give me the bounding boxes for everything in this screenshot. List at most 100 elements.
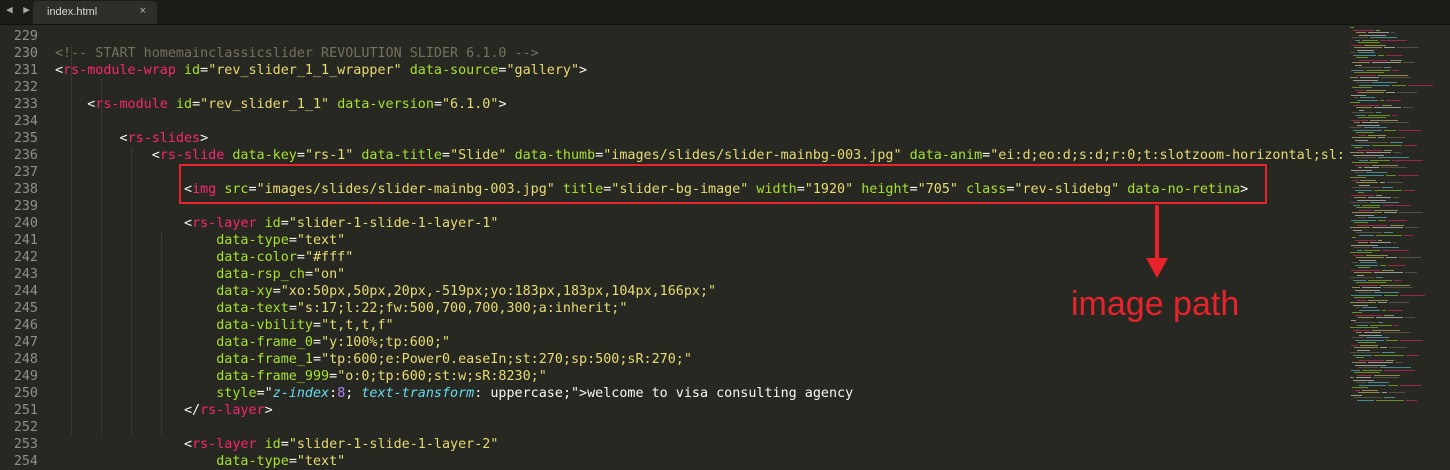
code-line[interactable]: 241 data-type="text" <box>0 232 1345 249</box>
code-text: <rs-layer id="slider-1-slide-1-layer-2" <box>55 436 498 453</box>
minimap-mark <box>1355 364 1386 366</box>
minimap-mark <box>1372 247 1399 248</box>
minimap-mark <box>1408 84 1433 86</box>
minimap-mark <box>1364 167 1379 168</box>
code-token: rs-slides <box>127 131 201 146</box>
minimap-mark <box>1355 239 1376 241</box>
code-token: < <box>55 182 193 197</box>
code-line[interactable]: 235 <rs-slides> <box>0 130 1345 147</box>
code-line[interactable]: 233 <rs-module id="rev_slider_1_1" data-… <box>0 96 1345 113</box>
code-token: data-color <box>216 250 297 265</box>
minimap-mark <box>1355 39 1360 41</box>
code-text: <rs-module-wrap id="rev_slider_1_1_wrapp… <box>55 62 587 79</box>
code-line[interactable]: 247 data-frame_0="y:100%;tp:600;" <box>0 334 1345 351</box>
code-line[interactable]: 234 <box>0 113 1345 130</box>
code-text: data-vbility="t,t,t,f" <box>55 317 393 334</box>
tab-nav-arrows-icon[interactable]: ◀ ▶ <box>6 3 32 16</box>
minimap-mark <box>1378 302 1387 303</box>
line-number: 234 <box>13 114 38 129</box>
code-token: = <box>296 250 305 265</box>
close-icon[interactable]: × <box>140 5 146 17</box>
minimap-mark <box>1359 84 1390 86</box>
minimap-mark <box>1357 249 1362 251</box>
minimap-mark <box>1392 159 1423 161</box>
minimap-mark <box>1359 234 1374 236</box>
minimap-mark <box>1374 209 1398 211</box>
minimap-mark <box>1404 234 1413 236</box>
minimap-mark <box>1358 167 1362 168</box>
line-number: 238 <box>13 182 38 197</box>
minimap-mark <box>1358 267 1370 268</box>
code-line[interactable]: 242 data-color="#fff" <box>0 249 1345 266</box>
code-line[interactable]: 254 data-type="text" <box>0 453 1345 470</box>
code-line[interactable]: 248 data-frame_1="tp:600;e:Power0.easeIn… <box>0 351 1345 368</box>
code-token: data-type <box>216 454 289 469</box>
minimap-mark <box>1368 217 1387 218</box>
minimap-mark <box>1358 52 1375 53</box>
code-token: = <box>288 454 297 469</box>
minimap-mark <box>1356 282 1386 283</box>
line-number: 244 <box>13 284 38 299</box>
code-line[interactable]: 240 <rs-layer id="slider-1-slide-1-layer… <box>0 215 1345 232</box>
code-token: </ <box>55 403 201 418</box>
code-text: <rs-slides> <box>55 130 208 147</box>
minimap-mark <box>1358 217 1366 218</box>
code-line[interactable]: 232 <box>0 79 1345 96</box>
line-number: 239 <box>13 199 38 214</box>
code-editor[interactable]: 229 230 <!-- START homemainclassicslider R… <box>0 25 1377 469</box>
minimap-mark <box>1366 254 1388 256</box>
code-line[interactable]: 251 </rs-layer> <box>0 402 1345 419</box>
minimap-mark <box>1378 74 1408 76</box>
code-token: "slider-1-slide-1-layer-1" <box>288 216 499 231</box>
line-number: 233 <box>13 97 38 112</box>
minimap-mark <box>1406 399 1417 401</box>
code-text: style="z-index:8; text-transform: upperc… <box>55 385 853 402</box>
code-line[interactable]: 253 <rs-layer id="slider-1-slide-1-layer… <box>0 436 1345 453</box>
line-number: 243 <box>13 267 38 282</box>
minimap-mark <box>1354 322 1376 323</box>
minimap-mark <box>1350 277 1374 278</box>
minimap-mark <box>1352 212 1382 213</box>
minimap-mark <box>1358 342 1376 343</box>
code-line[interactable]: 249 data-frame_999="o:0;tp:600;st:w;sR:8… <box>0 368 1345 385</box>
code-line[interactable]: 236 <rs-slide data-key="rs-1" data-title… <box>0 147 1377 164</box>
minimap-mark <box>1380 367 1411 368</box>
code-line[interactable]: 252 <box>0 419 1345 436</box>
minimap-mark <box>1356 32 1366 33</box>
code-token: = <box>288 233 297 248</box>
tab-label: index.html <box>47 6 98 18</box>
code-token: "rs-1" <box>304 148 354 163</box>
minimap-mark <box>1359 259 1376 261</box>
minimap-mark <box>1384 369 1415 371</box>
code-text: data-color="#fff" <box>55 249 353 266</box>
minimap-mark <box>1366 69 1390 71</box>
minimap-mark <box>1352 112 1374 113</box>
minimap-mark <box>1354 272 1372 273</box>
code-token: = <box>313 335 322 350</box>
minimap-mark <box>1380 182 1385 183</box>
minimap-mark <box>1357 49 1374 51</box>
minimap-mark <box>1368 114 1390 116</box>
minimap-mark <box>1351 194 1374 196</box>
minimap-mark <box>1350 227 1370 228</box>
code-line[interactable]: 231 <rs-module-wrap id="rev_slider_1_1_wr… <box>0 62 1345 79</box>
minimap-mark <box>1399 212 1423 213</box>
code-token: = <box>192 97 201 112</box>
annotation-arrow-line <box>1155 205 1159 263</box>
code-line[interactable]: 230 <!-- START homemainclassicslider REVO… <box>0 45 1345 62</box>
code-line[interactable]: 250 style="z-index:8; text-transform: up… <box>0 385 1345 402</box>
minimap-mark <box>1351 244 1378 246</box>
code-line[interactable]: 243 data-rsp_ch="on" <box>0 266 1345 283</box>
minimap-mark <box>1378 322 1383 323</box>
minimap-mark <box>1354 47 1382 48</box>
code-line[interactable]: 229 <box>0 28 1345 45</box>
minimap-mark <box>1386 54 1403 56</box>
minimap-mark <box>1358 192 1364 193</box>
minimap-mark <box>1397 92 1417 93</box>
minimap-mark <box>1368 32 1389 33</box>
minimap-mark <box>1350 27 1354 28</box>
minimap[interactable] <box>1345 25 1450 450</box>
minimap-mark <box>1353 129 1382 131</box>
minimap-mark <box>1358 117 1386 118</box>
tab-index-html[interactable]: index.html × <box>33 1 157 24</box>
